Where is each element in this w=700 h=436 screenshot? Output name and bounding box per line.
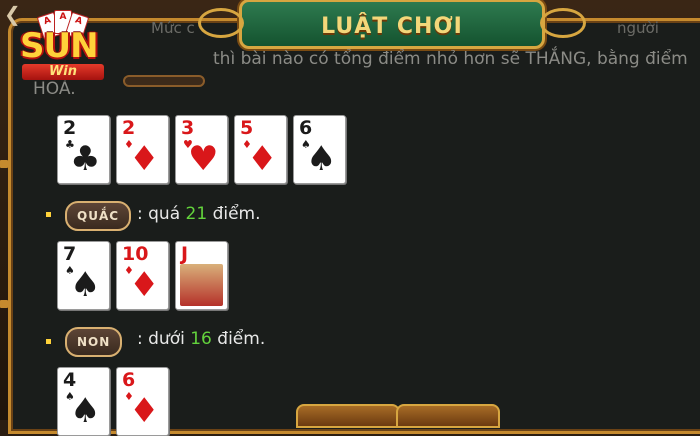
non-number: 16: [190, 329, 212, 349]
rules-panel: Mức c người LUẬT CHƠI thì bài nào có tổn…: [8, 0, 700, 436]
intro-text: thì bài nào có tổng điểm nhỏ hơn sẽ THẮN…: [213, 49, 688, 69]
top-strip-text-right: người: [617, 19, 659, 37]
bottom-tab-right[interactable]: [396, 404, 500, 428]
banner-ornament-right: [540, 8, 586, 38]
card-rank: 2: [122, 117, 136, 139]
playing-card: 5 ♦ ♦: [234, 115, 287, 184]
card-rank: 10: [122, 243, 149, 265]
card-suit-large-icon: ♦: [247, 139, 278, 179]
card-suit-large-icon: ♦: [129, 391, 160, 431]
quac-prefix: : quá: [137, 204, 181, 224]
page-title: LUẬT CHƠI: [321, 14, 463, 39]
bullet: [46, 339, 51, 344]
card-suit-large-icon: ♠: [306, 139, 337, 179]
card-rank: 6: [122, 369, 136, 391]
bottom-tab-left[interactable]: [296, 404, 400, 428]
face-card-jack-icon: [180, 264, 223, 306]
non-badge: NON: [65, 327, 123, 357]
card-suit-large-icon: ♠: [70, 391, 101, 431]
card-rank: 5: [240, 117, 254, 139]
card-rank: 7: [63, 243, 77, 265]
frame-rivet: [0, 300, 8, 308]
playing-card: 3 ♥ ♥: [175, 115, 228, 184]
card-rank: 3: [181, 117, 195, 139]
card-suit-large-icon: ♥: [188, 139, 219, 179]
non-rule-text: : dưới 16 điểm.: [137, 329, 265, 349]
playing-card: 6 ♦ ♦: [116, 367, 169, 436]
card-rank: J: [181, 243, 189, 265]
back-arrow-icon[interactable]: ❮: [4, 2, 21, 26]
playing-card: 7 ♠ ♠: [57, 241, 110, 310]
bullet: [46, 212, 51, 217]
playing-card: 2 ♦ ♦: [116, 115, 169, 184]
decorative-tag: [123, 75, 205, 87]
logo-ribbon: Win: [22, 64, 104, 80]
sunwin-logo: A A A SUN Win: [20, 10, 104, 90]
non-prefix: : dưới: [137, 329, 185, 349]
card-rank: 2: [63, 117, 77, 139]
quac-rule-text: : quá 21 điểm.: [137, 204, 261, 224]
quac-badge: QUẮC: [65, 201, 132, 231]
card-suit-large-icon: ♦: [129, 139, 160, 179]
playing-card: J♥: [175, 241, 228, 310]
top-strip-text-left: Mức c: [151, 19, 195, 37]
card-suit-large-icon: ♣: [70, 139, 101, 179]
quac-number: 21: [185, 204, 208, 224]
frame-rivet: [0, 160, 8, 168]
logo-brand: SUN: [20, 26, 99, 66]
playing-card: 2 ♣ ♣: [57, 115, 110, 184]
playing-card: 4 ♠ ♠: [57, 367, 110, 436]
card-suit-large-icon: ♦: [129, 265, 160, 305]
title-banner: LUẬT CHƠI: [198, 0, 586, 49]
card-rank: 4: [63, 369, 77, 391]
card-suit-large-icon: ♠: [70, 265, 101, 305]
banner-ornament-left: [198, 8, 244, 38]
non-suffix: điểm.: [217, 329, 266, 349]
quac-suffix: điểm.: [212, 204, 261, 224]
playing-card: 10 ♦ ♦: [116, 241, 169, 310]
playing-card: 6 ♠ ♠: [293, 115, 346, 184]
card-rank: 6: [299, 117, 313, 139]
